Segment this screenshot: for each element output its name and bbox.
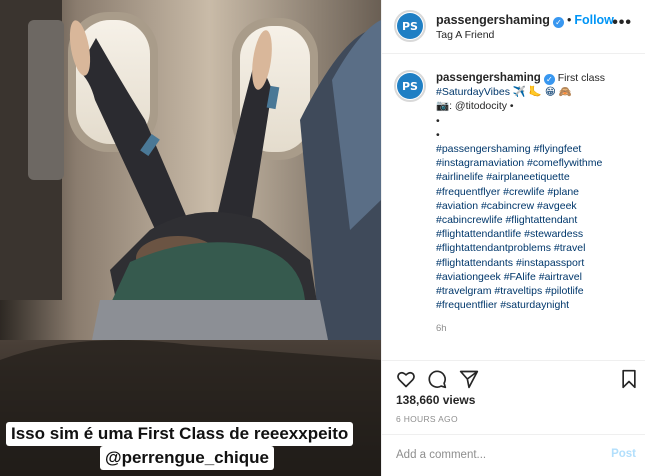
caption-dot: •	[436, 128, 440, 141]
verified-badge-icon: ✓	[552, 17, 564, 28]
caption-username[interactable]: passengershaming	[436, 72, 541, 84]
hashtag-line[interactable]: #airlinelife #airplaneetiquette	[436, 170, 636, 184]
avatar-logo: PS	[397, 13, 423, 39]
comment-icon[interactable]	[427, 369, 447, 389]
view-count[interactable]: 138,660 views	[396, 393, 475, 407]
bookmark-icon[interactable]	[619, 369, 639, 389]
video-overlay-text-line1: Isso sim é uma First Class de reeexxpeit…	[6, 422, 354, 446]
hashtag-line[interactable]: #frequentflyer #crewlife #plane	[436, 185, 636, 199]
post-timestamp[interactable]: 6 HOURS AGO	[396, 414, 458, 424]
hashtag-line[interactable]: #aviation #cabincrew #avgeek	[436, 199, 636, 213]
comment-input[interactable]	[396, 445, 596, 465]
username-link[interactable]: passengershaming	[436, 13, 550, 27]
hashtag-line[interactable]: #flightattendants #instapassport	[436, 256, 636, 270]
header-subtitle[interactable]: Tag A Friend	[436, 29, 494, 41]
post-comment-button[interactable]: Post	[611, 448, 636, 460]
avatar[interactable]: PS	[394, 10, 426, 42]
caption-body: passengershaming ✓ First class #SaturdayV…	[436, 71, 636, 337]
avatar-logo: PS	[397, 73, 423, 99]
post-details-panel: PS passengershaming ✓ • Follow Tag A Friend…	[381, 0, 645, 476]
hashtag-line[interactable]: #aviationgeek #FAlife #airtravel	[436, 270, 636, 284]
caption-hashtag-line[interactable]: #SaturdayVibes ✈️ 🦶 😁 🙈	[436, 86, 572, 98]
post-header: PS passengershaming ✓ • Follow Tag A Friend…	[382, 0, 645, 54]
hashtag-line[interactable]: #flightattendantlife #stewardess	[436, 227, 636, 241]
post-photo	[0, 0, 381, 476]
caption-avatar[interactable]: PS	[394, 70, 426, 102]
more-icon[interactable]: •••	[612, 14, 632, 32]
separator-dot: •	[566, 13, 572, 27]
hashtag-line[interactable]: #cabincrewlife #flightattendant	[436, 213, 636, 227]
caption-timestamp[interactable]: 6h	[436, 322, 636, 336]
verified-badge-icon: ✓	[543, 74, 555, 85]
header-username-row: passengershaming ✓ • Follow	[436, 13, 614, 28]
caption-credit[interactable]: 📷: @titodocity •	[436, 100, 514, 112]
heart-icon[interactable]	[396, 369, 416, 389]
hashtag-line[interactable]: #frequentflier #saturdaynight	[436, 298, 636, 312]
post-media[interactable]: Isso sim é uma First Class de reeexxpeit…	[0, 0, 381, 476]
follow-button[interactable]: Follow	[574, 13, 614, 27]
action-bar	[382, 360, 645, 394]
caption-dot: •	[436, 114, 440, 127]
add-comment-bar: Post	[382, 434, 645, 476]
hashtag-line[interactable]: #flightattendantproblems #travel	[436, 241, 636, 255]
share-icon[interactable]	[459, 369, 479, 389]
comments-area[interactable]: PS passengershaming ✓ First class #Saturd…	[382, 55, 645, 360]
hashtag-line[interactable]: #passengershaming #flyingfeet	[436, 142, 636, 156]
hashtag-line[interactable]: #travelgram #traveltips #pilotlife	[436, 284, 636, 298]
caption-text: First class	[557, 72, 605, 84]
hashtag-line[interactable]: #instagramaviation #comeflywithme	[436, 156, 636, 170]
video-overlay-text-line2: @perrengue_chique	[100, 446, 274, 470]
